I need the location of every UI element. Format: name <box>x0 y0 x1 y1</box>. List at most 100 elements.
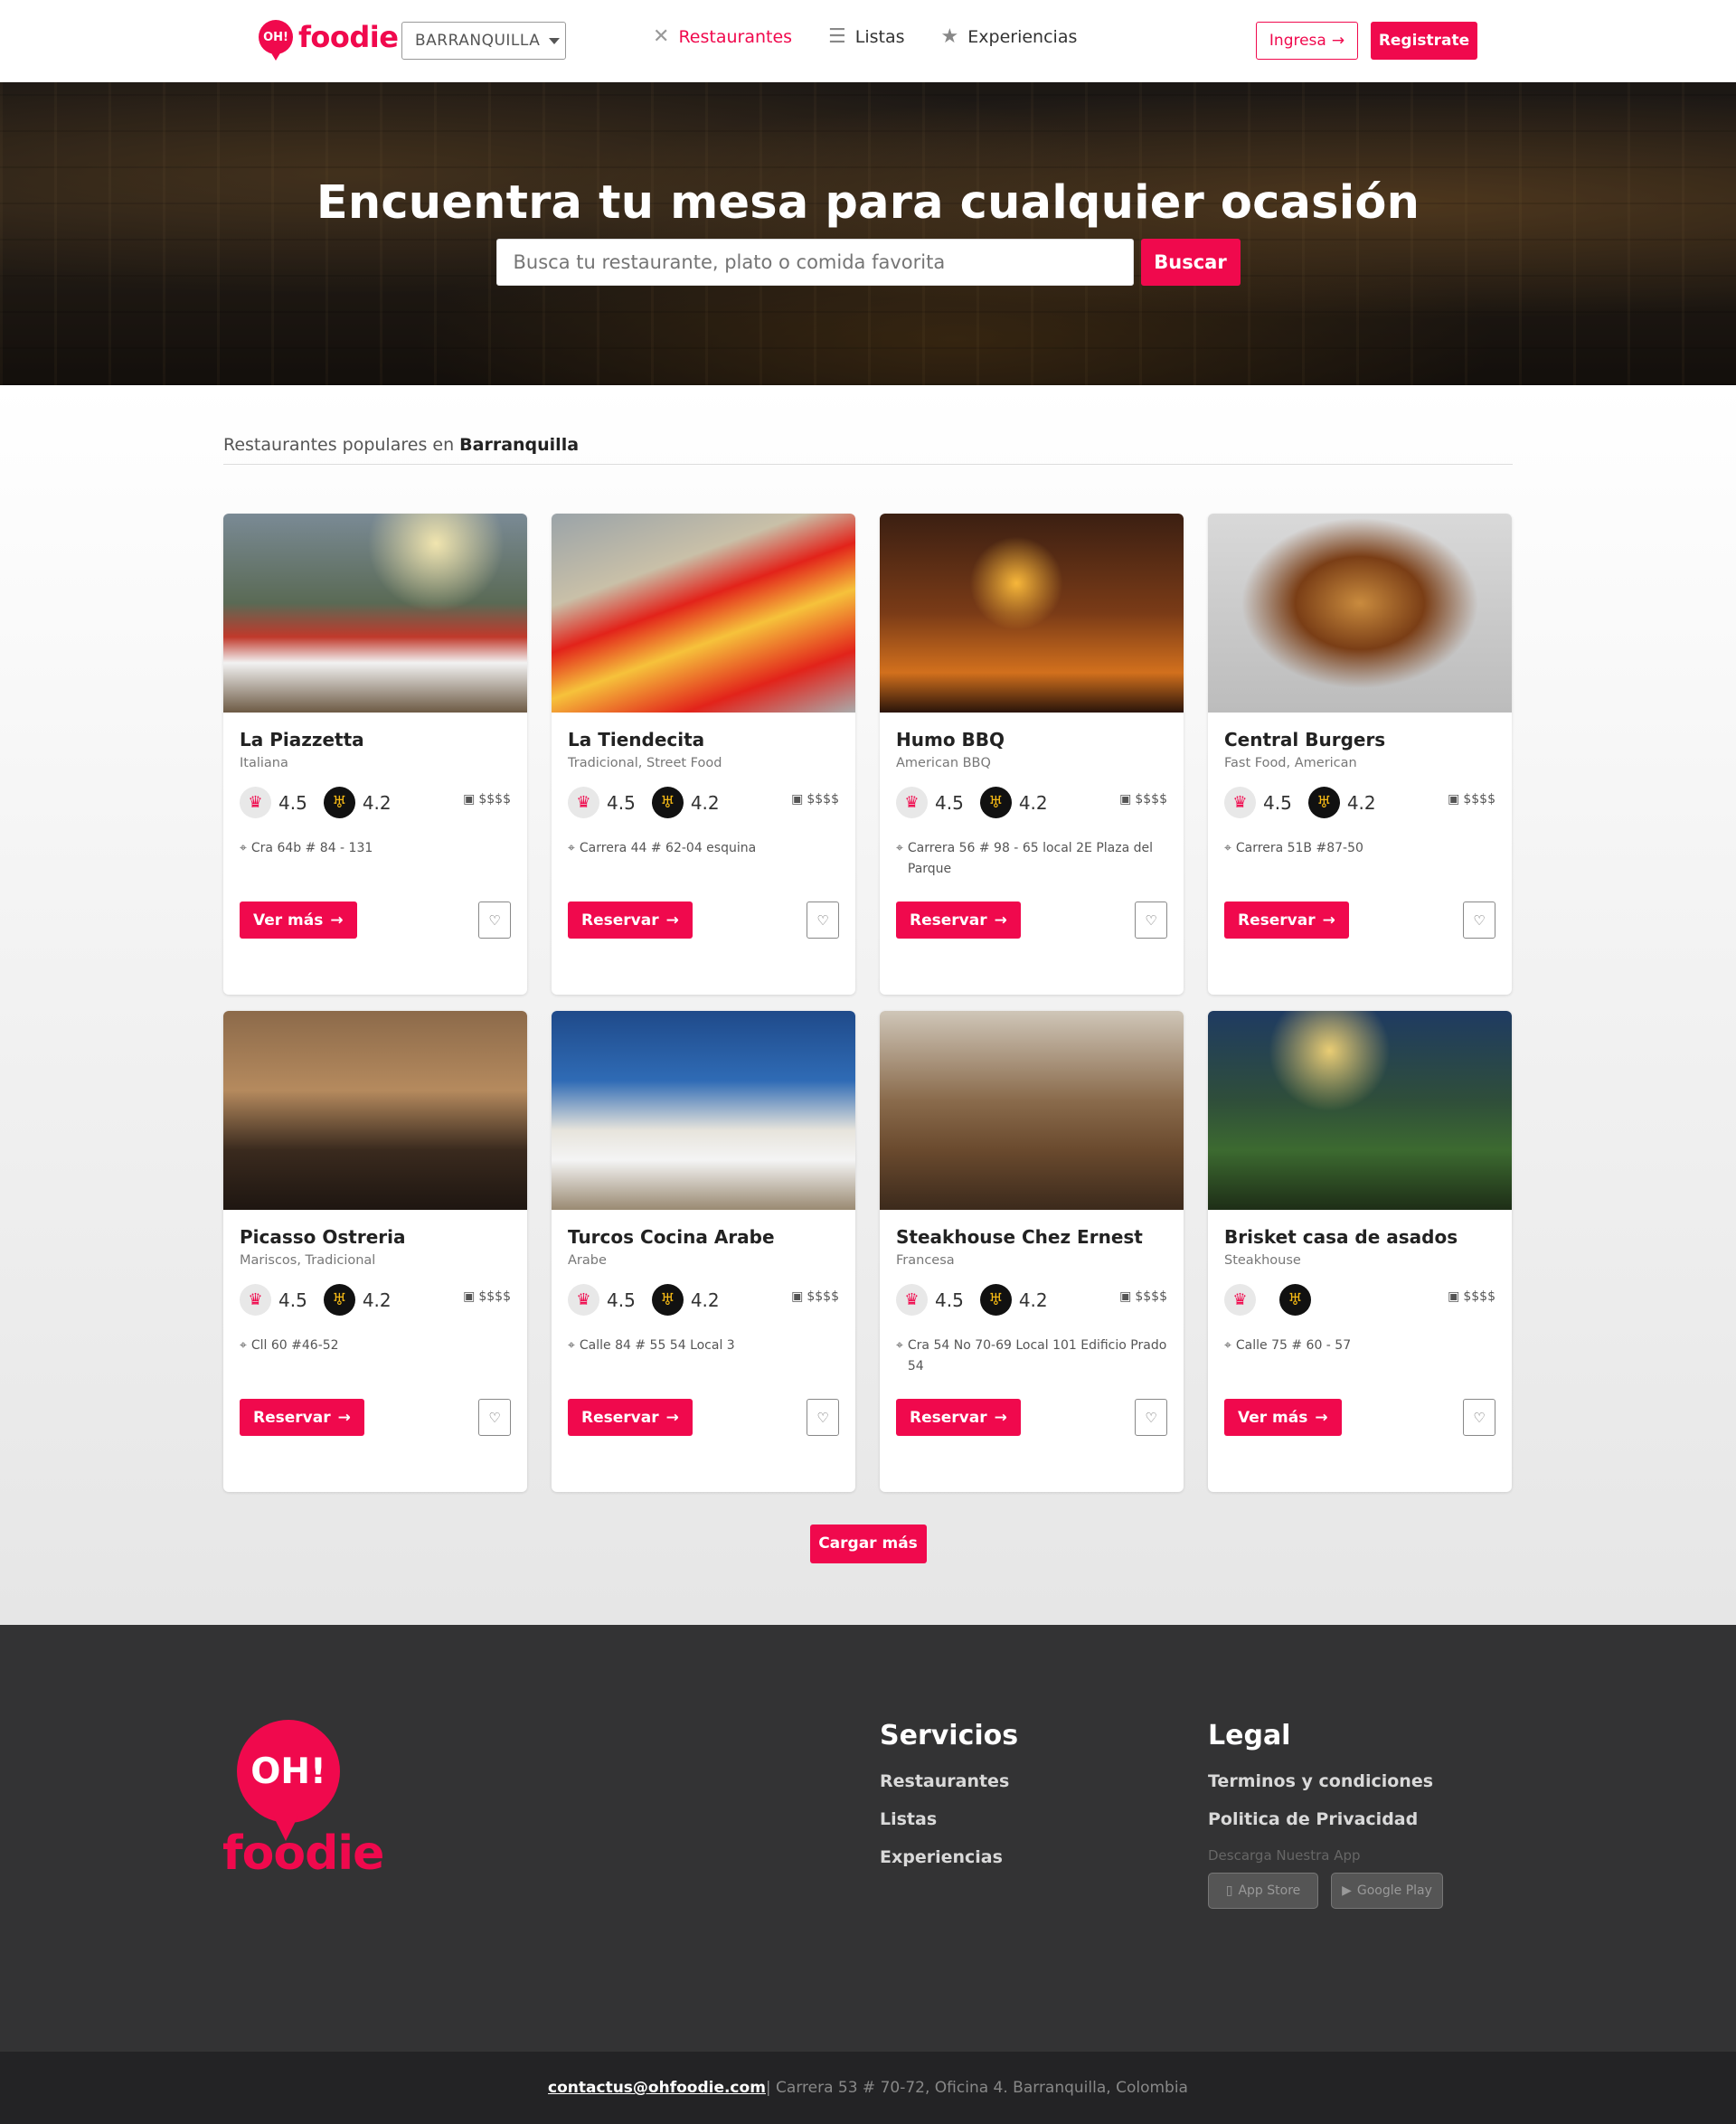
search-button[interactable]: Buscar <box>1140 239 1241 286</box>
location-pin-icon: ⌖ <box>1224 841 1231 855</box>
restaurant-photo[interactable] <box>1208 1011 1512 1210</box>
section-title-city: Barranquilla <box>459 435 580 455</box>
login-button[interactable]: Ingresa → <box>1256 22 1358 60</box>
restaurant-card[interactable]: Brisket casa de asados Steakhouse ♛ ♅ ▣ … <box>1208 1011 1512 1492</box>
restaurant-name[interactable]: La Piazzetta <box>240 729 511 750</box>
reserve-button-label: Reservar <box>910 1408 987 1427</box>
favorite-button[interactable]: ♡ <box>807 1399 839 1436</box>
restaurant-name[interactable]: Turcos Cocina Arabe <box>568 1226 839 1248</box>
footer-link-privacy[interactable]: Politica de Privacidad <box>1208 1809 1443 1829</box>
list-icon: ☰ <box>828 25 846 48</box>
restaurant-photo[interactable] <box>223 514 527 713</box>
restaurant-name[interactable]: Steakhouse Chez Ernest <box>896 1226 1167 1248</box>
favorite-button[interactable]: ♡ <box>478 902 511 939</box>
reserve-button[interactable]: Reservar → <box>568 1399 693 1436</box>
nav-listas[interactable]: ☰ Listas <box>828 25 905 48</box>
reserve-button-label: Reservar <box>253 1408 331 1427</box>
restaurant-card[interactable]: Turcos Cocina Arabe Arabe ♛ 4.5 ♅ 4.2 ▣ … <box>552 1011 855 1492</box>
restaurant-photo[interactable] <box>552 1011 855 1210</box>
footer-link-restaurantes[interactable]: Restaurantes <box>880 1771 1018 1791</box>
restaurant-card[interactable]: Picasso Ostreria Mariscos, Tradicional ♛… <box>223 1011 527 1492</box>
reserve-button[interactable]: Ver más → <box>1224 1399 1342 1436</box>
logo[interactable]: OH! foodie <box>259 20 399 61</box>
login-label: Ingresa <box>1269 32 1326 50</box>
arrow-right-icon: → <box>665 911 679 930</box>
restaurant-photo[interactable] <box>552 514 855 713</box>
price-level: ▣ $$$$ <box>1119 1289 1167 1304</box>
reserve-button[interactable]: Ver más → <box>240 902 357 939</box>
restaurant-name[interactable]: Humo BBQ <box>896 729 1167 750</box>
arrow-right-icon: → <box>1331 32 1345 50</box>
footer-logo-word: foodie <box>222 1827 384 1881</box>
restaurant-photo[interactable] <box>223 1011 527 1210</box>
restaurant-photo[interactable] <box>880 1011 1184 1210</box>
reserve-button[interactable]: Reservar → <box>1224 902 1349 939</box>
footer-logo[interactable]: OH! foodie <box>222 1720 384 1883</box>
restaurant-name[interactable]: Central Burgers <box>1224 729 1495 750</box>
chef-hat-icon: ♛ <box>240 1284 271 1316</box>
footer-link-terms[interactable]: Terminos y condiciones <box>1208 1771 1443 1791</box>
star-icon: ★ <box>940 25 959 48</box>
section-title-prefix: Restaurantes populares en <box>223 435 455 455</box>
load-more-button[interactable]: Cargar más <box>809 1525 927 1563</box>
google-play-label: Google Play <box>1356 1883 1432 1898</box>
reserve-button[interactable]: Reservar → <box>896 902 1021 939</box>
trophy-icon: ♅ <box>323 1284 355 1316</box>
reserve-button[interactable]: Reservar → <box>896 1399 1021 1436</box>
favorite-button[interactable]: ♡ <box>1135 902 1167 939</box>
app-store-button[interactable]: ▯ App Store <box>1208 1873 1318 1909</box>
reserve-button[interactable]: Reservar → <box>568 902 693 939</box>
nav-experiencias[interactable]: ★ Experiencias <box>941 25 1078 48</box>
play-icon: ▶ <box>1342 1883 1352 1898</box>
restaurant-name[interactable]: Picasso Ostreria <box>240 1226 511 1248</box>
favorite-button[interactable]: ♡ <box>807 902 839 939</box>
restaurant-photo[interactable] <box>880 514 1184 713</box>
restaurant-card[interactable]: Central Burgers Fast Food, American ♛ 4.… <box>1208 514 1512 995</box>
restaurant-card[interactable]: Steakhouse Chez Ernest Francesa ♛ 4.5 ♅ … <box>880 1011 1184 1492</box>
heart-icon: ♡ <box>1473 1409 1486 1426</box>
favorite-button[interactable]: ♡ <box>1463 1399 1495 1436</box>
restaurant-name[interactable]: La Tiendecita <box>568 729 839 750</box>
restaurant-card[interactable]: Humo BBQ American BBQ ♛ 4.5 ♅ 4.2 ▣ $$$$… <box>880 514 1184 995</box>
price-level: ▣ $$$$ <box>791 1289 839 1304</box>
restaurant-card[interactable]: La Piazzetta Italiana ♛ 4.5 ♅ 4.2 ▣ $$$$… <box>223 514 527 995</box>
heart-icon: ♡ <box>816 1409 829 1426</box>
footer-link-listas[interactable]: Listas <box>880 1809 1018 1829</box>
footer-logo-badge: OH! <box>237 1720 340 1841</box>
cup-score: 4.2 <box>1346 791 1376 814</box>
money-icon: ▣ <box>1448 1289 1460 1304</box>
reserve-button[interactable]: Reservar → <box>240 1399 364 1436</box>
restaurant-photo[interactable] <box>1208 514 1512 713</box>
price-level: ▣ $$$$ <box>463 792 511 807</box>
restaurant-address: ⌖ Calle 84 # 55 54 Local 3 <box>568 1336 839 1356</box>
favorite-button[interactable]: ♡ <box>1135 1399 1167 1436</box>
restaurant-address: ⌖ Carrera 51B #87-50 <box>1224 838 1495 859</box>
location-pin-icon: ⌖ <box>240 841 247 855</box>
heart-icon: ♡ <box>488 911 501 929</box>
favorite-button[interactable]: ♡ <box>478 1399 511 1436</box>
cup-score: 4.2 <box>690 1289 720 1311</box>
reserve-button-label: Reservar <box>581 1408 659 1427</box>
restaurant-card[interactable]: La Tiendecita Tradicional, Street Food ♛… <box>552 514 855 995</box>
arrow-right-icon: → <box>994 1408 1007 1427</box>
register-button[interactable]: Registrate <box>1371 22 1477 60</box>
heart-icon: ♡ <box>1145 1409 1157 1426</box>
address-text: Calle 84 # 55 54 Local 3 <box>579 1338 735 1353</box>
contact-email-link[interactable]: contactus@ohfoodie.com <box>548 2079 766 2097</box>
city-select[interactable]: BARRANQUILLA <box>401 22 566 60</box>
chef-hat-icon: ♛ <box>1224 1284 1256 1316</box>
price-level: ▣ $$$$ <box>463 1289 511 1304</box>
price-value: $$$$ <box>478 1289 511 1304</box>
footer-link-experiencias[interactable]: Experiencias <box>880 1847 1018 1867</box>
money-icon: ▣ <box>463 792 476 807</box>
restaurant-name[interactable]: Brisket casa de asados <box>1224 1226 1495 1248</box>
search-input[interactable] <box>495 239 1134 286</box>
favorite-button[interactable]: ♡ <box>1463 902 1495 939</box>
chef-score: 4.5 <box>278 1289 307 1311</box>
google-play-button[interactable]: ▶ Google Play <box>1331 1873 1443 1909</box>
fork-knife-icon: ✕ <box>653 25 670 48</box>
location-pin-icon: ⌖ <box>240 1338 247 1353</box>
nav-restaurantes[interactable]: ✕ Restaurantes <box>653 25 792 48</box>
money-icon: ▣ <box>1119 1289 1132 1304</box>
trophy-icon: ♅ <box>979 787 1012 818</box>
